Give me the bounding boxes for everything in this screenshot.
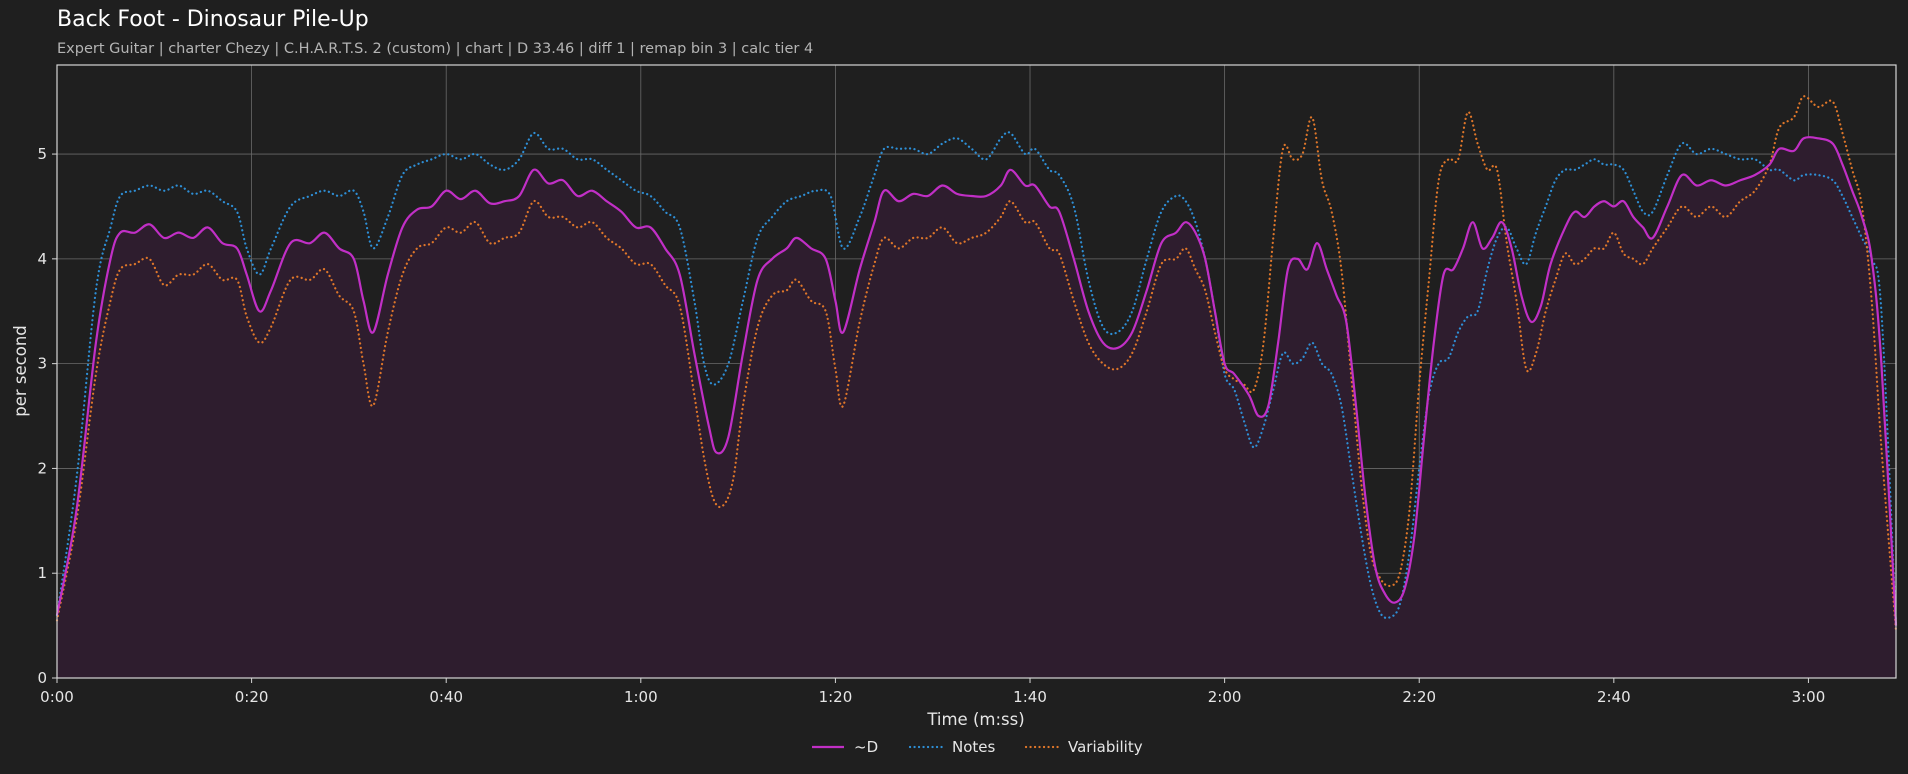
x-tick-label: 2:40 [1597,688,1631,706]
x-tick-label: 3:00 [1792,688,1826,706]
y-tick-label: 2 [37,459,47,477]
x-tick-label: 1:00 [624,688,658,706]
x-tick-label: 0:40 [429,688,463,706]
x-tick-label: 2:20 [1402,688,1436,706]
chart-plot: 0:00 0:20 0:40 1:00 1:20 1:40 2:00 2:20 2:40 3:00… [11,64,1898,756]
y-axis-label: per second [11,325,30,417]
legend-label: Notes [952,738,996,756]
y-tick-label: 0 [37,669,47,687]
y-tick-label: 3 [37,355,47,373]
legend-label: ~D [854,738,878,756]
x-tick-label: 1:20 [819,688,853,706]
legend-label: Variability [1068,738,1143,756]
y-tick-label: 5 [37,145,47,163]
y-tick-label: 4 [37,250,47,268]
legend: ~D Notes Variability [812,738,1143,756]
y-tick-label: 1 [37,564,47,582]
x-axis-label: Time (m:ss) [926,710,1024,729]
x-tick-label: 1:40 [1013,688,1047,706]
x-tick-label: 2:00 [1208,688,1242,706]
area-fill-d [57,137,1896,678]
x-tick-label: 0:00 [40,688,74,706]
x-tick-label: 0:20 [235,688,269,706]
area-fill-layer [57,137,1896,678]
